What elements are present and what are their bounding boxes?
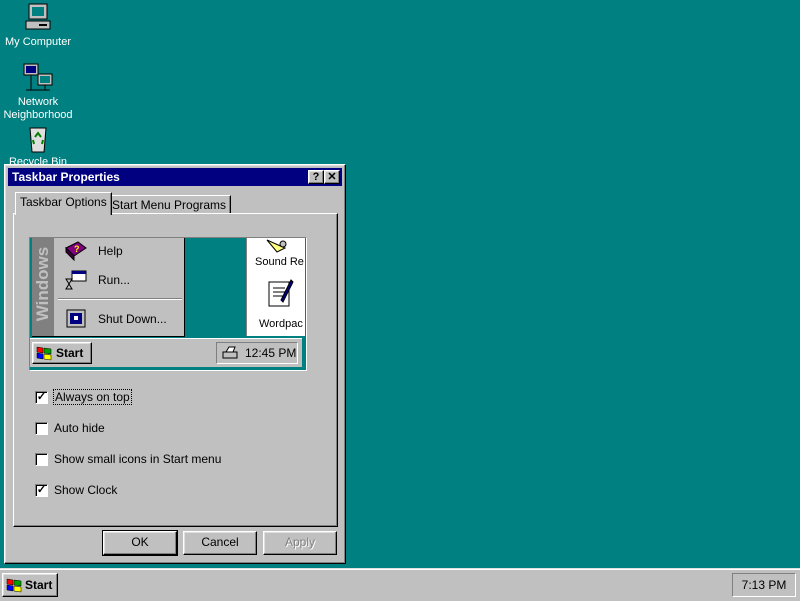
menu-item-label: Shut Down... [98, 312, 167, 326]
option-show-small-icons[interactable]: Show small icons in Start menu [35, 451, 221, 467]
preview-start-label: Start [56, 346, 84, 360]
preview-taskbar: Start 12:45 PM [30, 338, 302, 367]
preview-clock: 12:45 PM [245, 346, 297, 360]
option-label: Auto hide [54, 421, 105, 435]
cancel-button[interactable]: Cancel [183, 531, 257, 555]
tab-start-menu-programs[interactable]: Start Menu Programs [107, 195, 232, 214]
desktop-icon-recycle-bin[interactable]: Recycle Bin [0, 122, 76, 169]
preview-tray: 12:45 PM [216, 342, 298, 364]
always-on-top-checkbox[interactable]: ✓ [35, 390, 48, 404]
taskbar: Start 7:13 PM [0, 568, 800, 601]
printer-icon [222, 346, 238, 359]
windows-logo-icon [6, 578, 22, 593]
help-book-icon: ? [65, 241, 87, 262]
option-label: Show small icons in Start menu [54, 452, 222, 466]
wordpad-icon [268, 279, 294, 307]
option-auto-hide[interactable]: Auto hide [35, 420, 105, 436]
button-label: OK [131, 535, 149, 549]
my-computer-icon [25, 3, 51, 30]
desktop-icon-label: My Computer [4, 36, 72, 48]
preview-banner-text: Windows [33, 246, 52, 322]
shut-down-icon [66, 309, 86, 328]
button-label: Apply [284, 535, 316, 549]
preview-menu-item-help: ? Help [64, 240, 123, 262]
option-label: Show Clock [54, 483, 118, 497]
windows-logo-icon [36, 346, 52, 361]
auto-hide-checkbox[interactable] [35, 421, 48, 435]
preview-background-window: Sound Re Wordpac [246, 238, 305, 336]
tab-label: Start Menu Programs [112, 198, 227, 212]
show-small-icons-checkbox[interactable] [35, 452, 48, 466]
network-neighborhood-icon [23, 63, 53, 91]
close-button[interactable]: ✕ [324, 170, 340, 184]
taskbar-preview: Windows ? Help Run... Shut Down... Sound… [29, 237, 307, 371]
preview-start-menu: Windows ? Help Run... Shut Down... [32, 238, 185, 337]
taskbar-properties-dialog: Taskbar Properties ? ✕ Taskbar Options S… [4, 164, 346, 564]
preview-menu-banner: Windows [32, 238, 54, 336]
menu-item-label: Run... [98, 273, 131, 287]
preview-start-button: Start [32, 342, 92, 364]
menu-item-label: Help [98, 244, 123, 258]
show-clock-checkbox[interactable]: ✓ [35, 483, 48, 497]
button-label: Cancel [201, 535, 239, 549]
svg-text:?: ? [74, 244, 80, 254]
desktop-icon-network-neighborhood[interactable]: Network Neighborhood [0, 62, 76, 122]
ok-button[interactable]: OK [102, 530, 178, 556]
preview-menu-separator [58, 298, 182, 300]
recycle-bin-icon [29, 127, 47, 153]
dialog-titlebar[interactable]: Taskbar Properties ? ✕ [8, 168, 342, 186]
preview-window-label: Sound Re [255, 256, 304, 268]
desktop-icon-label: Network Neighborhood [3, 96, 73, 121]
tab-taskbar-options[interactable]: Taskbar Options [15, 192, 112, 215]
start-label: Start [25, 578, 53, 592]
clock-text: 7:13 PM [741, 578, 787, 592]
sound-recorder-icon [266, 239, 287, 253]
tab-label: Taskbar Options [20, 195, 107, 209]
preview-menu-item-shut-down: Shut Down... [64, 308, 167, 330]
dialog-title: Taskbar Properties [12, 170, 120, 184]
desktop-icon-my-computer[interactable]: My Computer [0, 2, 76, 49]
help-button[interactable]: ? [308, 170, 324, 184]
start-button[interactable]: Start [2, 573, 58, 597]
option-always-on-top[interactable]: ✓ Always on top [35, 389, 132, 405]
option-label: Always on top [53, 389, 132, 405]
preview-window-label: Wordpac [259, 318, 303, 330]
apply-button[interactable]: Apply [263, 531, 337, 555]
run-icon [65, 270, 87, 290]
preview-menu-item-run: Run... [64, 269, 130, 291]
system-tray-clock[interactable]: 7:13 PM [732, 573, 796, 597]
option-show-clock[interactable]: ✓ Show Clock [35, 482, 117, 498]
